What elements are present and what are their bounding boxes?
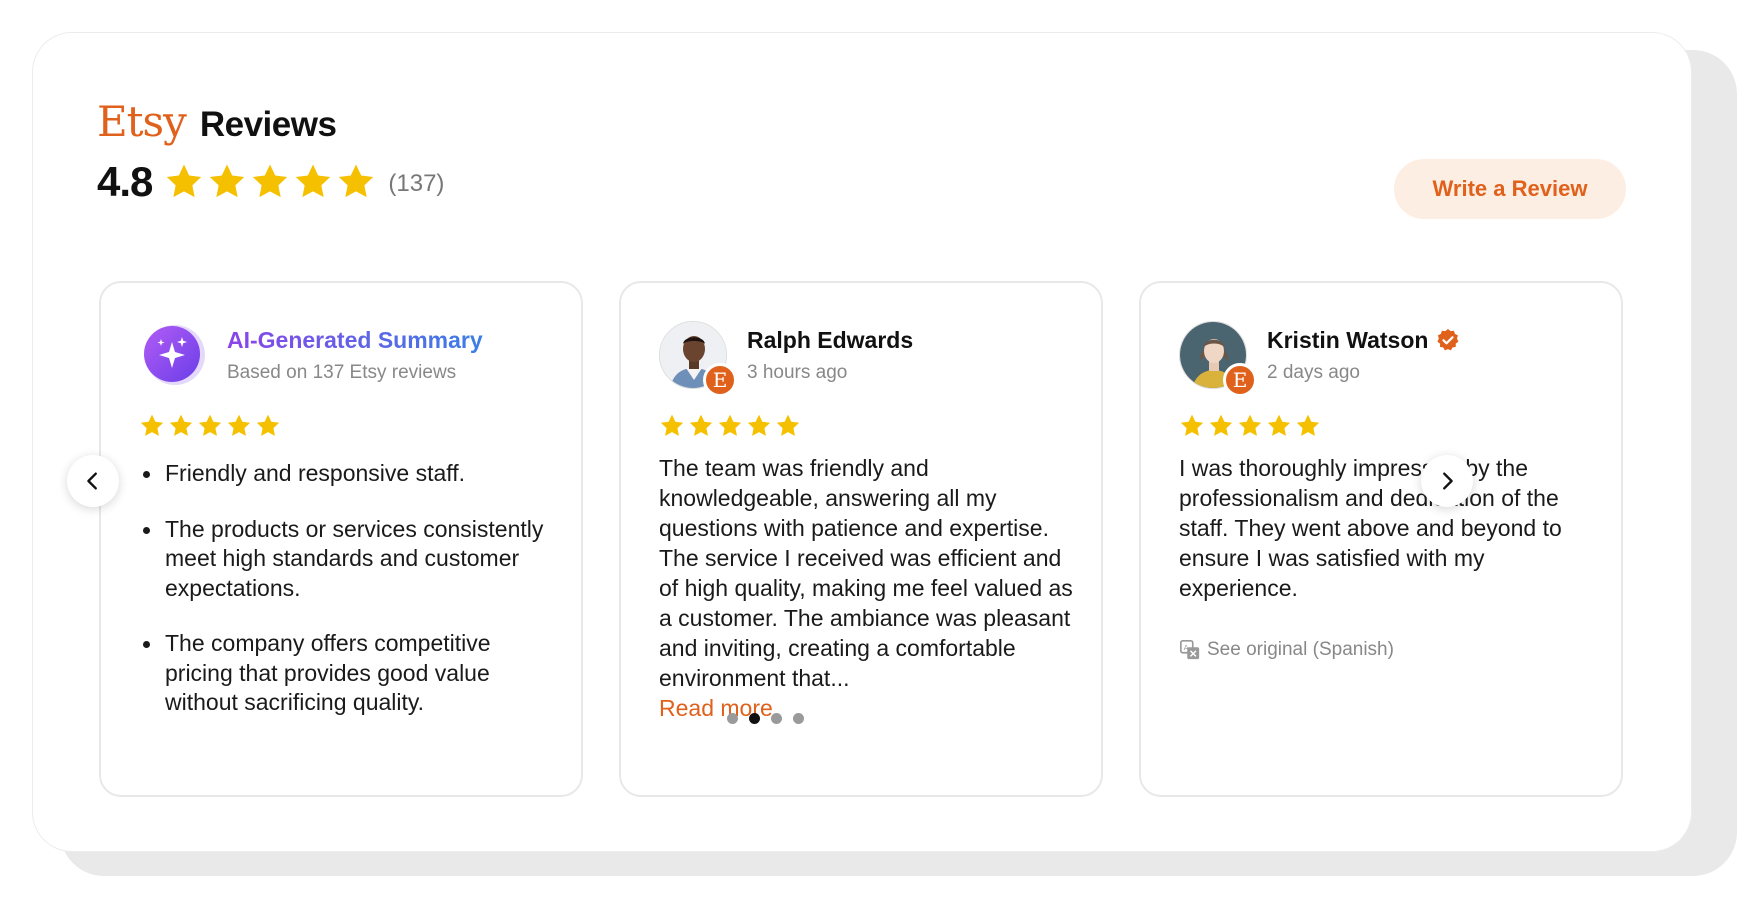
etsy-source-badge: E [1223,363,1257,397]
review-text: The team was friendly and knowledgeable,… [659,455,1073,691]
review-time: 3 hours ago [747,361,848,383]
summary-points: Friendly and responsive staff. The produ… [139,459,559,744]
pagination-dot[interactable] [727,713,738,724]
reviewer-name: Kristin Watson [1267,326,1429,353]
reviewer-avatar: E [659,321,737,397]
write-review-button[interactable]: Write a Review [1394,159,1626,219]
review-card-header: E Ralph Edwards 3 hours ago [659,321,913,397]
star-icon [296,164,331,198]
star-icon [253,164,288,198]
summary-card-header: AI-Generated Summary Based on 137 Etsy r… [139,321,483,389]
widget-header: Etsy Reviews 4.8 (137) [97,97,444,206]
svg-text:A: A [1184,643,1189,652]
review-stars [1179,413,1321,439]
sparkle-icon [144,325,205,385]
star-icon [339,164,374,198]
verified-badge-icon [1437,329,1459,351]
review-text-block: The team was friendly and knowledgeable,… [659,453,1079,723]
summary-heading: AI-Generated Summary Based on 137 Etsy r… [227,327,483,384]
ai-avatar [139,321,207,389]
summary-point: The products or services consistently me… [139,515,559,604]
translate-icon: A [1180,640,1200,660]
see-original-label: See original (Spanish) [1207,639,1394,660]
summary-point: The company offers competitive pricing t… [139,629,559,718]
carousel-prev-button[interactable] [67,455,119,507]
reviewer-info: Ralph Edwards 3 hours ago [747,327,913,384]
star-icon [256,414,280,436]
summary-subtitle: Based on 137 Etsy reviews [227,361,457,383]
pagination-dot[interactable] [771,713,782,724]
brand-row: Etsy Reviews [97,97,444,146]
star-icon [776,414,800,436]
review-text: I was thoroughly impressed by the profes… [1179,455,1562,601]
reviewer-info: Kristin Watson 2 days ago [1267,327,1460,384]
see-original-link[interactable]: A See original (Spanish) [1179,639,1394,661]
star-icon [198,414,222,436]
etsy-source-badge: E [703,363,737,397]
review-count: (137) [388,170,445,197]
name-row: Ralph Edwards [747,327,913,354]
widget-title: Reviews [199,105,337,144]
ai-summary-card: AI-Generated Summary Based on 137 Etsy r… [99,281,583,797]
star-icon [660,414,684,436]
carousel-pagination [727,713,804,724]
review-stars [659,413,801,439]
star-icon [169,414,193,436]
summary-point: Friendly and responsive staff. [139,459,559,489]
star-icon [747,414,771,436]
star-icon [167,164,202,198]
star-icon [689,414,713,436]
name-row: Kristin Watson [1267,327,1460,354]
review-card-header: E Kristin Watson 2 days ago [1179,321,1460,397]
star-icon [1180,414,1204,436]
rating-summary: 4.8 (137) [97,158,444,206]
average-rating: 4.8 [97,158,153,205]
star-icon [1267,414,1291,436]
average-rating-stars [164,162,376,202]
star-icon [1296,414,1320,436]
review-card: E Kristin Watson 2 days ago I was thorou… [1139,281,1623,797]
star-icon [140,414,164,436]
summary-title: AI-Generated Summary [227,326,483,353]
pagination-dot[interactable] [793,713,804,724]
carousel-next-button[interactable] [1421,455,1473,507]
star-icon [718,414,742,436]
chevron-left-icon [87,472,97,490]
review-time: 2 days ago [1267,361,1360,383]
etsy-logo: Etsy [97,97,187,146]
review-card: E Ralph Edwards 3 hours ago The team was… [619,281,1103,797]
star-icon [1209,414,1233,436]
chevron-right-icon [1443,472,1453,490]
summary-stars [139,413,281,439]
reviewer-name: Ralph Edwards [747,326,914,353]
star-icon [1238,414,1262,436]
star-icon [210,164,245,198]
reviewer-avatar: E [1179,321,1257,397]
pagination-dot-active[interactable] [749,713,760,724]
read-more-link[interactable]: Read more [659,693,1079,723]
star-icon [227,414,251,436]
reviews-widget: Etsy Reviews 4.8 (137) Write a Review AI… [32,32,1692,852]
